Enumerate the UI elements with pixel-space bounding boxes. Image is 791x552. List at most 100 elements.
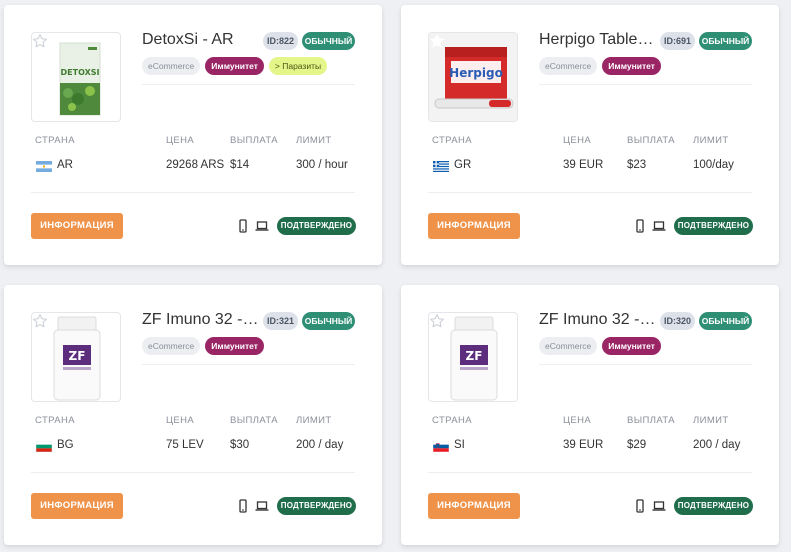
tag-immunity: Иммунитет (205, 337, 264, 355)
star-outline-icon[interactable] (429, 313, 445, 329)
country-label: СТРАНА (35, 415, 75, 426)
price-label: ЦЕНА (166, 135, 195, 146)
price-label: ЦЕНА (563, 135, 592, 146)
confirmed-badge: ПОДТВЕРЖДЕНО (674, 497, 753, 515)
country-label: СТРАНА (432, 415, 472, 426)
tag-list: eCommerce Иммунитет (142, 337, 264, 355)
confirmed-badge: ПОДТВЕРЖДЕНО (277, 497, 356, 515)
product-image[interactable]: Herpigo (428, 32, 518, 122)
info-button[interactable]: ИНФОРМАЦИЯ (428, 213, 520, 239)
slovenia-flag-icon (433, 441, 449, 452)
offer-title[interactable]: Herpigo Tablets - GR (539, 31, 657, 49)
laptop-icon (255, 221, 269, 231)
price-label: ЦЕНА (563, 415, 592, 426)
mobile-icon (239, 219, 247, 233)
price-label: ЦЕНА (166, 415, 195, 426)
payout-label: ВЫПЛАТА (627, 135, 676, 146)
offer-title[interactable]: DetoxSi - AR (142, 31, 260, 49)
country-value: SI (454, 439, 465, 451)
limit-value: 200 / day (693, 439, 741, 451)
divider (428, 472, 752, 473)
limit-value: 100/day (693, 159, 734, 171)
star-filled-icon[interactable] (429, 33, 445, 49)
product-image-text: DETOXSI (61, 68, 100, 77)
product-image-text: ZF (69, 349, 86, 363)
confirmed-badge: ПОДТВЕРЖДЕНО (277, 217, 356, 235)
offer-id-badge: ID:321 (263, 312, 298, 330)
star-outline-icon[interactable] (32, 33, 48, 49)
price-value: 39 EUR (563, 159, 604, 171)
divider (428, 192, 752, 193)
mobile-icon (636, 499, 644, 513)
limit-label: ЛИМИТ (693, 415, 729, 426)
tag-ecommerce: eCommerce (142, 57, 201, 75)
offer-type-badge: ОБЫЧНЫЙ (302, 312, 355, 330)
limit-label: ЛИМИТ (296, 415, 332, 426)
tag-immunity: Иммунитет (602, 57, 661, 75)
offer-id-badge: ID:320 (660, 312, 695, 330)
offer-card: ZF ZF Imuno 32 - SI ID:320 ОБЫЧНЫЙ eComm… (401, 285, 779, 545)
product-image[interactable]: ZF (428, 312, 518, 402)
divider (539, 364, 752, 365)
divider (31, 192, 355, 193)
country-value: BG (57, 439, 74, 451)
offer-card: Herpigo Herpigo Tablets - GR ID:691 ОБЫЧ… (401, 5, 779, 265)
laptop-icon (255, 501, 269, 511)
star-outline-icon[interactable] (32, 313, 48, 329)
limit-value: 300 / hour (296, 159, 348, 171)
price-value: 39 EUR (563, 439, 604, 451)
payout-value: $29 (627, 439, 647, 451)
price-value: 29268 ARS (166, 159, 225, 171)
product-image-text: ZF (466, 349, 483, 363)
limit-value: 200 / day (296, 439, 344, 451)
product-image[interactable]: ZF (31, 312, 121, 402)
offer-card: ZF ZF Imuno 32 - BG ID:321 ОБЫЧНЫЙ eComm… (4, 285, 382, 545)
tag-ecommerce: eCommerce (539, 337, 598, 355)
payout-value: $14 (230, 159, 250, 171)
divider (31, 472, 355, 473)
greece-flag-icon (433, 161, 449, 172)
tag-immunity: Иммунитет (602, 337, 661, 355)
tag-immunity: Иммунитет (205, 57, 264, 75)
info-button[interactable]: ИНФОРМАЦИЯ (428, 493, 520, 519)
tag-parasites: > Паразиты (268, 57, 328, 75)
bulgaria-flag-icon (36, 441, 52, 452)
info-button[interactable]: ИНФОРМАЦИЯ (31, 213, 123, 239)
tag-ecommerce: eCommerce (539, 57, 598, 75)
offer-type-badge: ОБЫЧНЫЙ (699, 32, 752, 50)
price-value: 75 LEV (166, 439, 204, 451)
payout-label: ВЫПЛАТА (627, 415, 676, 426)
tag-list: eCommerce Иммунитет (539, 57, 661, 75)
product-image-text: Herpigo (449, 66, 503, 80)
country-value: AR (57, 159, 73, 171)
divider (142, 84, 355, 85)
laptop-icon (652, 501, 666, 511)
confirmed-badge: ПОДТВЕРЖДЕНО (674, 217, 753, 235)
divider (142, 364, 355, 365)
offer-id-badge: ID:691 (660, 32, 695, 50)
tag-list: eCommerce Иммунитет (539, 337, 661, 355)
offer-type-badge: ОБЫЧНЫЙ (699, 312, 752, 330)
mobile-icon (239, 499, 247, 513)
payout-label: ВЫПЛАТА (230, 415, 279, 426)
divider (539, 84, 752, 85)
offer-title[interactable]: ZF Imuno 32 - SI (539, 311, 657, 329)
mobile-icon (636, 219, 644, 233)
limit-label: ЛИМИТ (693, 135, 729, 146)
product-image[interactable]: DETOXSI (31, 32, 121, 122)
tag-list: eCommerce Иммунитет > Паразиты (142, 57, 328, 75)
tag-ecommerce: eCommerce (142, 337, 201, 355)
argentina-flag-icon (36, 161, 52, 172)
payout-value: $23 (627, 159, 647, 171)
country-label: СТРАНА (432, 135, 472, 146)
country-value: GR (454, 159, 472, 171)
payout-value: $30 (230, 439, 250, 451)
offer-card: DETOXSI DetoxSi - AR ID:822 ОБЫЧНЫЙ eCom… (4, 5, 382, 265)
info-button[interactable]: ИНФОРМАЦИЯ (31, 493, 123, 519)
offer-type-badge: ОБЫЧНЫЙ (302, 32, 355, 50)
limit-label: ЛИМИТ (296, 135, 332, 146)
offer-id-badge: ID:822 (263, 32, 298, 50)
payout-label: ВЫПЛАТА (230, 135, 279, 146)
offer-title[interactable]: ZF Imuno 32 - BG (142, 311, 260, 329)
country-label: СТРАНА (35, 135, 75, 146)
